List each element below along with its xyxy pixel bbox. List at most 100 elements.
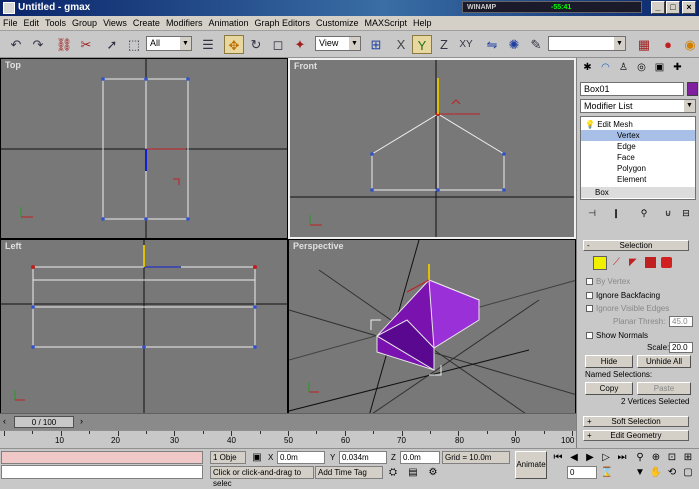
y-coordinate-field[interactable]: 0.034m: [339, 451, 387, 464]
stack-item[interactable]: Face: [581, 152, 695, 163]
pin-stack-icon[interactable]: ⊣: [584, 206, 600, 220]
menu-edit[interactable]: Edit: [21, 16, 43, 30]
edge-mode-icon[interactable]: ⟋: [613, 257, 620, 268]
pivot-center-icon[interactable]: ⊞: [366, 35, 386, 54]
maximize-button[interactable]: □: [666, 1, 680, 14]
restrict-y-icon[interactable]: Y: [412, 35, 432, 54]
reference-coord-dropdown[interactable]: View ▼: [315, 36, 361, 51]
select-manipulate-icon[interactable]: ✦: [290, 35, 310, 54]
selection-rollout-header[interactable]: - Selection: [583, 240, 689, 251]
current-frame-field[interactable]: 0: [567, 466, 597, 479]
object-name-field[interactable]: Box01: [580, 82, 684, 96]
go-to-end-icon[interactable]: ⏭: [615, 451, 629, 464]
zoom-extents-all-icon[interactable]: ⊞: [681, 451, 695, 464]
menu-file[interactable]: File: [0, 16, 21, 30]
restrict-z-icon[interactable]: Z: [434, 35, 454, 54]
selection-lock-icon[interactable]: ⛭: [386, 466, 400, 479]
play-icon[interactable]: ▶: [583, 451, 597, 464]
mirror-icon[interactable]: ⇋: [482, 35, 502, 54]
unhide-all-button[interactable]: Unhide All: [637, 355, 691, 368]
select-object-icon[interactable]: ➚: [102, 35, 122, 54]
maximize-viewport-icon[interactable]: ▢: [681, 466, 695, 479]
soft-selection-rollout-header[interactable]: + Soft Selection: [583, 416, 689, 427]
time-config-icon[interactable]: ⌛: [600, 466, 614, 479]
viewport-left[interactable]: Left: [0, 239, 288, 415]
zoom-icon[interactable]: ⚲: [633, 451, 647, 464]
track-bar[interactable]: 10 20 30 40 50 60 70 80 90 100: [0, 430, 576, 447]
winamp-bar[interactable]: WINAMP -55:41: [462, 1, 642, 13]
remove-modifier-icon[interactable]: ⊍: [660, 206, 676, 220]
menu-group[interactable]: Group: [69, 16, 100, 30]
select-region-icon[interactable]: ⬚: [124, 35, 144, 54]
previous-frame-icon[interactable]: ◀: [567, 451, 581, 464]
close-button[interactable]: ×: [682, 1, 696, 14]
ignore-visible-edges-checkbox[interactable]: Ignore Visible Edges: [586, 304, 669, 314]
show-end-result-icon[interactable]: ❙: [608, 206, 624, 220]
stack-item[interactable]: 💡 Edit Mesh: [581, 119, 695, 130]
named-selection-dropdown[interactable]: ▼: [548, 36, 626, 51]
menu-animation[interactable]: Animation: [205, 16, 251, 30]
align-icon[interactable]: ✺: [504, 35, 524, 54]
rotate-icon[interactable]: ↻: [246, 35, 266, 54]
add-time-tag-button[interactable]: Add Time Tag: [315, 466, 383, 479]
pan-icon[interactable]: ✋: [649, 466, 663, 479]
selection-filter-dropdown[interactable]: All ▼: [146, 36, 192, 51]
viewport-front[interactable]: Front: [288, 58, 576, 239]
edit-geometry-rollout-header[interactable]: + Edit Geometry: [583, 430, 689, 441]
absolute-mode-icon[interactable]: ▤: [406, 466, 420, 479]
polygon-mode-icon[interactable]: [645, 257, 656, 268]
render-icon[interactable]: ●: [658, 35, 678, 54]
create-tab-icon[interactable]: ✱: [579, 60, 596, 76]
material-editor-icon[interactable]: ▦: [634, 35, 654, 54]
configure-modifier-sets-icon[interactable]: ⊟: [678, 206, 694, 220]
stack-item[interactable]: Box: [581, 187, 695, 198]
viewport-top[interactable]: Top: [0, 58, 288, 239]
next-frame-icon[interactable]: ▷: [599, 451, 613, 464]
menu-modifiers[interactable]: Modifiers: [163, 16, 206, 30]
copy-button[interactable]: Copy: [585, 382, 633, 395]
menu-tools[interactable]: Tools: [42, 16, 69, 30]
time-slider-track[interactable]: ‹ 0 / 100 ›: [0, 413, 576, 430]
planar-thresh-spinner[interactable]: 45.0: [669, 316, 693, 327]
menu-graph-editors[interactable]: Graph Editors: [251, 16, 313, 30]
element-mode-icon[interactable]: [661, 257, 672, 268]
go-to-start-icon[interactable]: ⏮: [551, 451, 565, 464]
redo-icon[interactable]: ↷: [28, 35, 48, 54]
viewport-perspective[interactable]: Perspective: [288, 239, 576, 415]
menu-customize[interactable]: Customize: [313, 16, 362, 30]
menu-maxscript[interactable]: MAXScript: [362, 16, 411, 30]
chevron-left-icon[interactable]: ‹: [3, 416, 6, 426]
face-mode-icon[interactable]: ◤: [629, 257, 637, 268]
menu-create[interactable]: Create: [130, 16, 163, 30]
undo-icon[interactable]: ↶: [6, 35, 26, 54]
hide-button[interactable]: Hide: [585, 355, 633, 368]
by-vertex-checkbox[interactable]: By Vertex: [586, 277, 630, 287]
paste-button[interactable]: Paste: [637, 382, 691, 395]
z-coordinate-field[interactable]: 0.0m: [400, 451, 440, 464]
time-slider[interactable]: 0 / 100: [14, 416, 74, 428]
ignore-backfacing-checkbox[interactable]: Ignore Backfacing: [586, 291, 660, 301]
minimize-button[interactable]: _: [651, 1, 665, 14]
window-crossing-icon[interactable]: ⚙: [426, 466, 440, 479]
arc-rotate-icon[interactable]: ⟲: [665, 466, 679, 479]
unlink-icon[interactable]: ✂: [76, 35, 96, 54]
show-normals-checkbox[interactable]: Show Normals: [586, 331, 648, 341]
modify-tab-icon[interactable]: ◠: [597, 60, 614, 76]
zoom-all-icon[interactable]: ⊕: [649, 451, 663, 464]
object-color-swatch[interactable]: [687, 82, 698, 96]
menu-help[interactable]: Help: [410, 16, 435, 30]
snaps-icon[interactable]: ✎: [526, 35, 546, 54]
make-unique-icon[interactable]: ⚲: [636, 206, 652, 220]
select-link-icon[interactable]: ⛓: [54, 35, 74, 54]
select-by-name-icon[interactable]: ☰: [198, 35, 218, 54]
modifier-list-dropdown[interactable]: Modifier List ▼: [580, 99, 696, 113]
chevron-right-icon[interactable]: ›: [80, 416, 83, 426]
maxscript-listener-output[interactable]: [1, 451, 203, 464]
scale-icon[interactable]: ◻: [268, 35, 288, 54]
stack-item[interactable]: Vertex: [581, 130, 695, 141]
stack-item[interactable]: Edge: [581, 141, 695, 152]
fov-icon[interactable]: ▼: [633, 466, 647, 479]
utilities-tab-icon[interactable]: ✚: [669, 60, 686, 76]
animate-button[interactable]: Animate: [515, 451, 547, 479]
quick-render-icon[interactable]: ◉: [680, 35, 699, 54]
